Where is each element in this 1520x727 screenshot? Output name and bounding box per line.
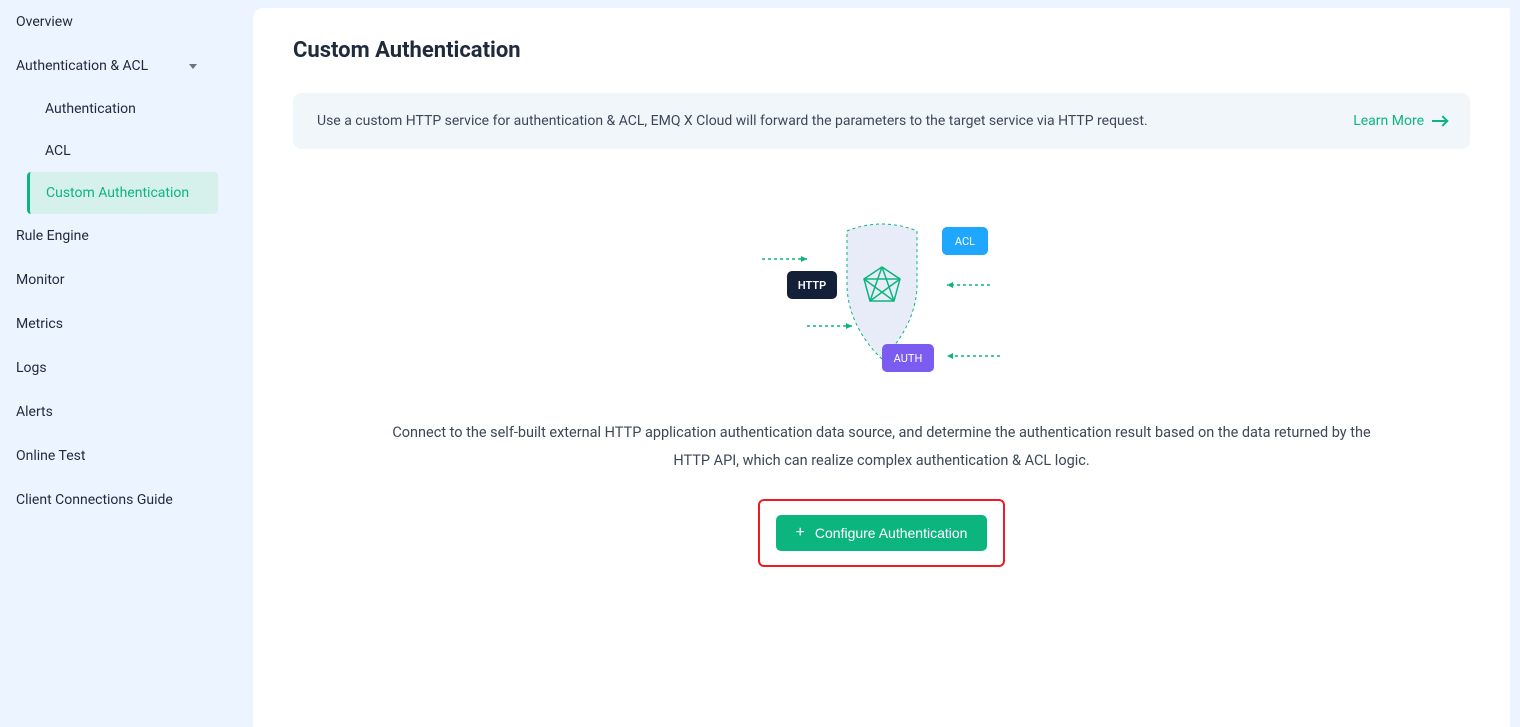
sidebar-item-alerts[interactable]: Alerts: [0, 390, 253, 434]
banner-text: Use a custom HTTP service for authentica…: [317, 113, 1148, 129]
sidebar-subitem-label: ACL: [45, 143, 71, 159]
sidebar-item-online-test[interactable]: Online Test: [0, 434, 253, 478]
sidebar-item-acl[interactable]: ACL: [0, 130, 253, 172]
sidebar-subitem-label: Custom Authentication: [46, 185, 189, 201]
sidebar-item-overview[interactable]: Overview: [0, 0, 253, 44]
sidebar-item-logs[interactable]: Logs: [0, 346, 253, 390]
sidebar-item-label: Overview: [16, 14, 73, 30]
plus-icon: +: [796, 525, 805, 541]
sidebar-item-metrics[interactable]: Metrics: [0, 302, 253, 346]
highlight-box: + Configure Authentication: [758, 499, 1006, 567]
arrow-right-icon: [1432, 120, 1446, 122]
sidebar-item-label: Alerts: [16, 404, 53, 420]
sidebar-item-rule-engine[interactable]: Rule Engine: [0, 214, 253, 258]
svg-text:AUTH: AUTH: [893, 352, 922, 365]
svg-text:HTTP: HTTP: [797, 279, 825, 292]
info-banner: Use a custom HTTP service for authentica…: [293, 93, 1470, 149]
sidebar-item-label: Authentication & ACL: [16, 58, 148, 74]
svg-text:ACL: ACL: [954, 235, 974, 248]
main-content: Custom Authentication Use a custom HTTP …: [253, 8, 1510, 727]
sidebar-item-label: Monitor: [16, 272, 65, 288]
sidebar-item-label: Rule Engine: [16, 228, 89, 244]
learn-more-label: Learn More: [1353, 113, 1424, 129]
auth-diagram-icon: HTTP ACL AUTH: [752, 209, 1012, 389]
sidebar-item-auth-acl[interactable]: Authentication & ACL: [0, 44, 253, 88]
chevron-down-icon: [189, 64, 197, 69]
sidebar-item-client-connections-guide[interactable]: Client Connections Guide: [0, 478, 253, 522]
sidebar: Overview Authentication & ACL Authentica…: [0, 0, 253, 727]
description-text: Connect to the self-built external HTTP …: [382, 419, 1382, 474]
page-title: Custom Authentication: [293, 38, 1470, 63]
action-row: + Configure Authentication: [293, 499, 1470, 567]
sidebar-item-authentication[interactable]: Authentication: [0, 88, 253, 130]
sidebar-item-label: Client Connections Guide: [16, 492, 173, 508]
sidebar-item-label: Logs: [16, 360, 47, 376]
sidebar-item-label: Metrics: [16, 316, 63, 332]
sidebar-item-monitor[interactable]: Monitor: [0, 258, 253, 302]
sidebar-item-label: Online Test: [16, 448, 85, 464]
configure-authentication-button[interactable]: + Configure Authentication: [776, 515, 988, 551]
sidebar-subitem-label: Authentication: [45, 101, 136, 117]
illustration: HTTP ACL AUTH: [293, 209, 1470, 389]
learn-more-link[interactable]: Learn More: [1353, 113, 1446, 129]
sidebar-item-custom-authentication[interactable]: Custom Authentication: [27, 172, 218, 214]
configure-button-label: Configure Authentication: [815, 525, 968, 541]
